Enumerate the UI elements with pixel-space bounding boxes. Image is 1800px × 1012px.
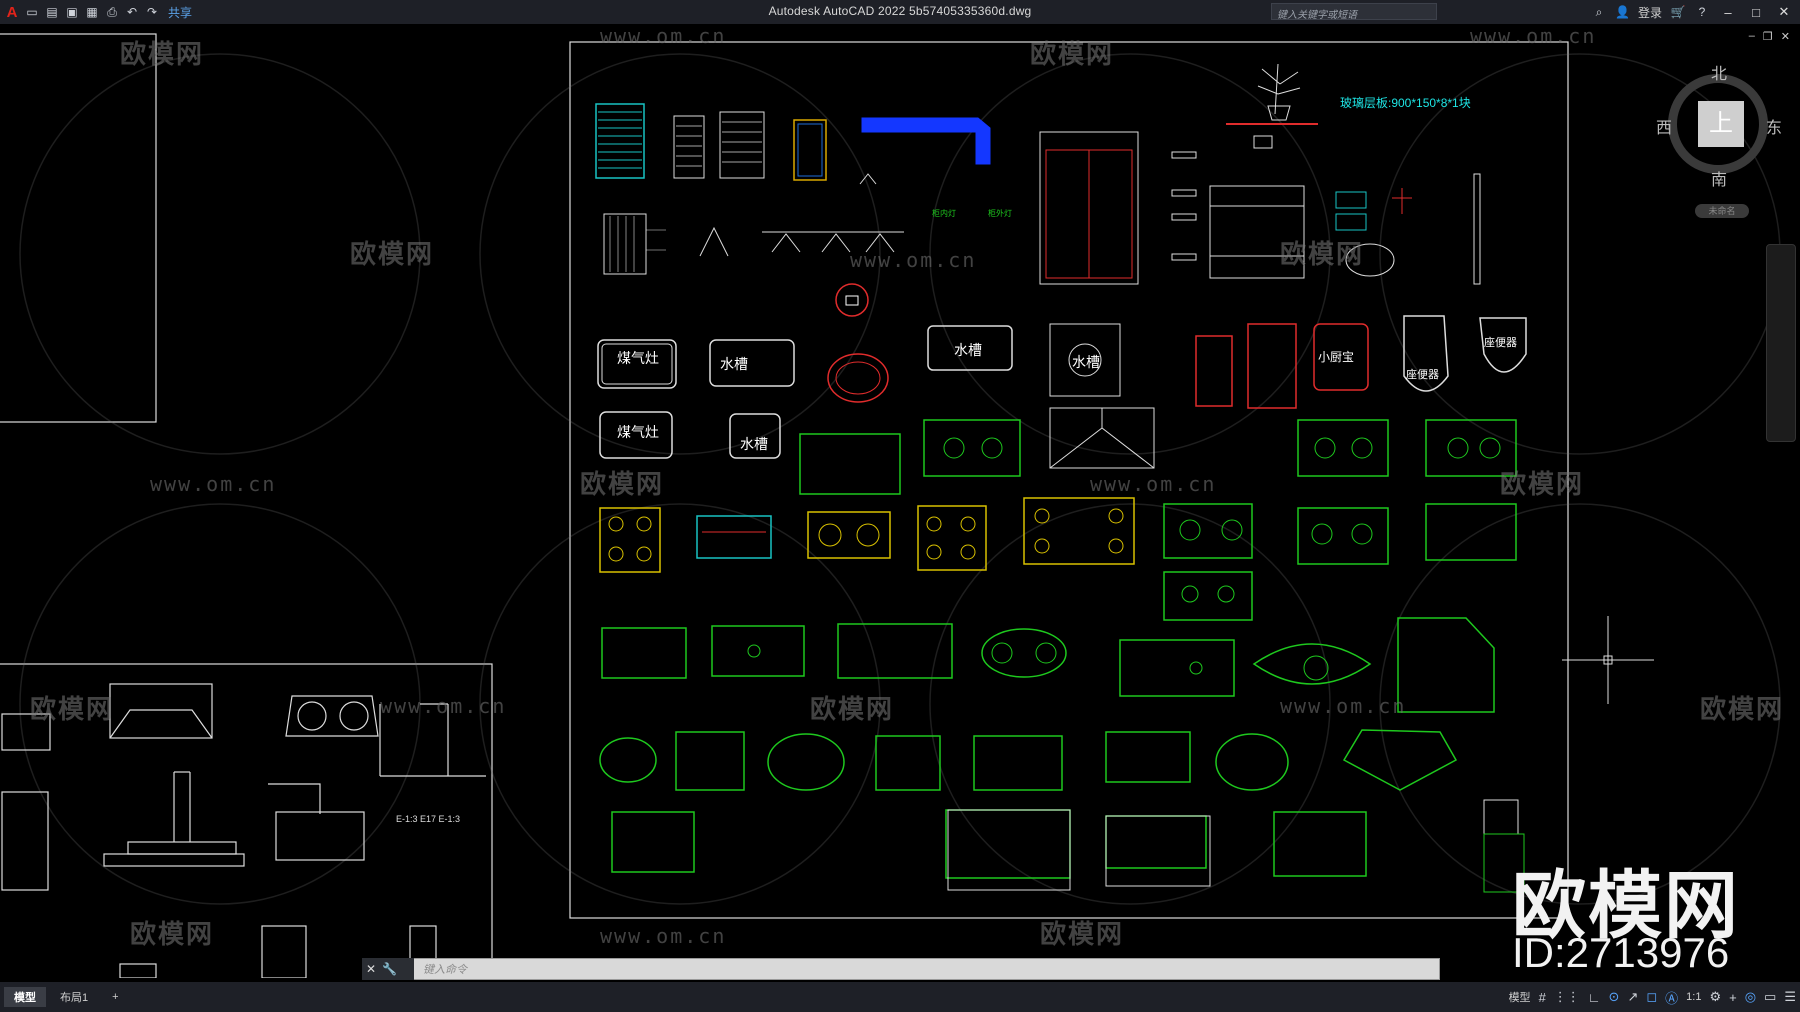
left-frame [0,33,157,423]
snap-icon[interactable]: ⋮⋮ [1554,989,1580,1005]
viewcube-west[interactable]: 西 [1656,114,1672,138]
share-button[interactable]: 共享 [168,4,192,21]
command-line[interactable]: 键入命令 [362,958,1440,980]
help-icon[interactable]: ? [1694,4,1710,20]
status-bar: 模型 布局1 + 模型 # ⋮⋮ ∟ ⊙ ↗ ◻ Ⓐ 1:1 ⚙ + ◎ ▭ ☰ [0,982,1800,1012]
doc-minimize-button[interactable]: – [1749,30,1755,43]
saveas-icon[interactable]: ▦ [84,4,100,20]
add-layout-button[interactable]: + [102,989,128,1005]
title-bar: A ▭ ▤ ▣ ▦ ⎙ ↶ ↷ 共享 Autodesk AutoCAD 2022… [0,0,1800,24]
close-icon[interactable]: ✕ [366,962,376,976]
isolate-icon[interactable]: ◎ [1745,989,1756,1005]
glass-shelf-note: 玻璃层板:900*150*8*1块 [1340,96,1471,110]
annotation-icon[interactable]: Ⓐ [1665,988,1678,1007]
brand-id: ID:2713976 [1512,929,1730,976]
search-icon[interactable]: ⌕ [1591,4,1607,20]
plus-icon[interactable]: + [1729,990,1737,1005]
minimize-button[interactable]: – [1718,5,1738,20]
undo-icon[interactable]: ↶ [124,4,140,20]
svg-text:柜内灯: 柜内灯 [932,208,956,218]
fullscreen-icon[interactable]: ▭ [1764,989,1776,1005]
model-space-button[interactable]: 模型 [1509,989,1531,1005]
new-icon[interactable]: ▭ [24,4,40,20]
command-input[interactable]: 键入命令 [423,961,467,977]
plot-icon[interactable]: ⎙ [104,4,120,20]
grid-icon[interactable]: # [1539,990,1546,1005]
maximize-button[interactable]: □ [1746,5,1766,20]
doc-close-button[interactable]: ✕ [1781,30,1790,43]
login-button[interactable]: 登录 [1638,4,1662,21]
cart-icon[interactable]: 🛒 [1670,4,1686,20]
viewcube-top-face[interactable]: 上 [1698,101,1744,147]
cad-drawing: 柜内灯 柜外灯 E-1:3 E17 E-1:3 [0,33,1781,978]
window-title: Autodesk AutoCAD 2022 5b57405335360d.dwg [768,4,1032,18]
object-snap-icon[interactable]: ◻ [1646,989,1657,1005]
user-icon[interactable]: 👤 [1615,5,1630,19]
drawing-canvas[interactable]: 柜内灯 柜外灯 E-1:3 E17 E-1:3 欧模网 欧模网 欧模网 欧模网 … [0,24,1800,978]
navigation-bar[interactable] [1766,244,1796,442]
wrench-icon[interactable]: 🔧 [382,962,397,976]
viewcube-south[interactable]: 南 [1711,166,1727,190]
autocad-logo-icon[interactable]: A [4,4,20,21]
viewcube-north[interactable]: 北 [1711,60,1727,84]
polar-icon[interactable]: ⊙ [1609,989,1620,1005]
svg-text:柜外灯: 柜外灯 [988,208,1012,218]
isodraft-icon[interactable]: ↗ [1627,989,1638,1005]
command-line-tools: ✕ 🔧 [362,958,414,980]
ortho-icon[interactable]: ∟ [1588,990,1601,1005]
document-window-controls: – ❐ ✕ [1749,30,1790,43]
tab-layout1[interactable]: 布局1 [50,987,98,1007]
doc-restore-button[interactable]: ❐ [1763,30,1773,43]
gear-icon[interactable]: ⚙ [1709,989,1721,1005]
viewcube[interactable]: 上 北 南 西 东 [1656,64,1782,189]
search-input[interactable]: 键入关键字或短语 [1271,3,1437,21]
svg-text:E-1:3 E17 E-1:3: E-1:3 E17 E-1:3 [396,814,460,824]
viewcube-east[interactable]: 东 [1766,114,1782,138]
close-button[interactable]: ✕ [1774,4,1794,20]
wcs-menu[interactable]: 未命名 [1695,204,1749,218]
scale-button[interactable]: 1:1 [1686,991,1701,1003]
save-icon[interactable]: ▣ [64,4,80,20]
tab-model[interactable]: 模型 [4,987,46,1007]
redo-icon[interactable]: ↷ [144,4,160,20]
menu-icon[interactable]: ☰ [1784,989,1796,1005]
open-icon[interactable]: ▤ [44,4,60,20]
